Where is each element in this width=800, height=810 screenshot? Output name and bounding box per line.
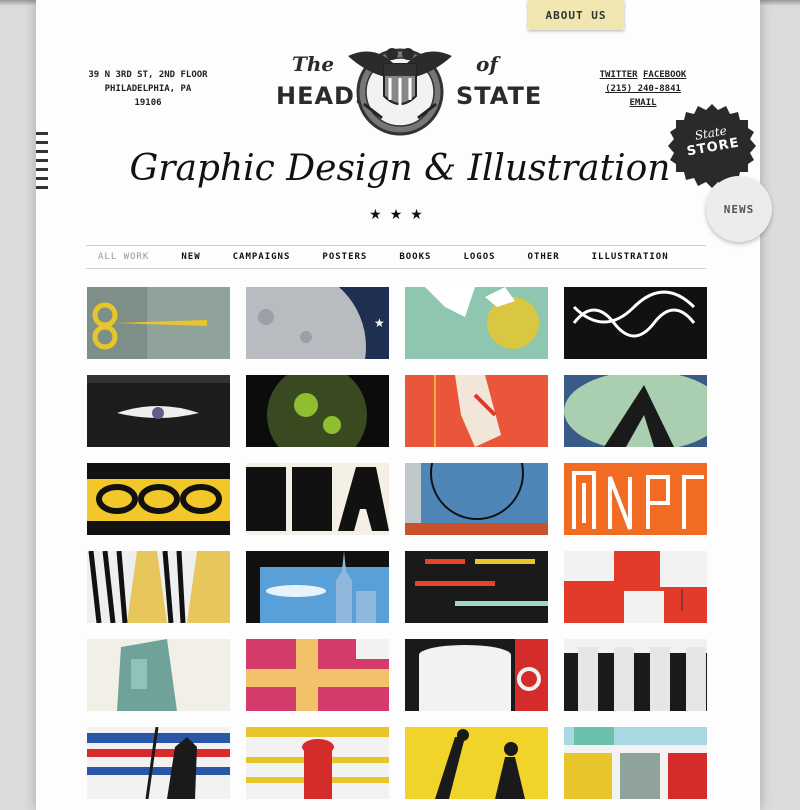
moon-icon: ★ <box>246 287 389 359</box>
eye-icon <box>87 375 230 447</box>
portfolio-tile-orange-letters[interactable] <box>564 463 707 535</box>
portfolio-tile-hydrant[interactable] <box>246 727 389 799</box>
phone-link[interactable]: (215) 240-8841 <box>605 84 681 94</box>
portfolio-tile-chain[interactable] <box>87 463 230 535</box>
portfolio-tile-zebra[interactable] <box>87 551 230 623</box>
portfolio-tile-walking-figures[interactable] <box>405 727 548 799</box>
portfolio-tile-pink-tape[interactable] <box>246 639 389 711</box>
portfolio-tile-moon-night[interactable]: ★ <box>246 287 389 359</box>
portfolio-tile-umbrella-figure[interactable] <box>87 727 230 799</box>
portfolio-tile-color-blocks[interactable] <box>564 727 707 799</box>
portfolio-tile-leaf[interactable] <box>564 375 707 447</box>
nav-item-new[interactable]: NEW <box>181 252 200 262</box>
address-line-2: PHILADELPHIA, PA <box>104 84 192 94</box>
nav-item-posters[interactable]: POSTERS <box>322 252 367 262</box>
portfolio-tile-green-hand[interactable] <box>87 639 230 711</box>
portfolio-tile-bra-letters[interactable] <box>246 463 389 535</box>
nav-item-books[interactable]: BOOKS <box>399 252 431 262</box>
portfolio-tile-green-moon[interactable] <box>246 375 389 447</box>
portfolio-tile-stripes[interactable] <box>405 551 548 623</box>
category-nav: ALL WORK NEW CAMPAIGNS POSTERS BOOKS LOG… <box>86 245 706 269</box>
stars-divider: ★★★ <box>369 206 431 222</box>
portfolio-tile-eye[interactable] <box>87 375 230 447</box>
twitter-link[interactable]: TWITTER <box>600 70 638 80</box>
nav-item-illustration[interactable]: ILLUSTRATION <box>592 252 669 262</box>
logo-word-the: The <box>292 52 335 76</box>
address-line-3: 19106 <box>134 98 162 108</box>
address-line-1: 39 N 3RD ST, 2ND FLOOR <box>88 70 208 80</box>
email-link[interactable]: EMAIL <box>629 98 656 108</box>
ornament-icon <box>564 287 707 359</box>
portfolio-tile-blue-circle[interactable] <box>405 463 548 535</box>
facebook-link[interactable]: FACEBOOK <box>643 70 686 80</box>
bra-letters-icon <box>246 463 389 535</box>
logo-word-of: of <box>476 52 498 76</box>
nav-item-all-work[interactable]: ALL WORK <box>98 252 149 262</box>
hand-icon <box>87 639 230 711</box>
logo-word-state: STATE <box>456 82 543 110</box>
portfolio-tile-columns[interactable] <box>564 639 707 711</box>
columns-icon <box>564 639 707 711</box>
portfolio-tile-black-pattern[interactable] <box>564 287 707 359</box>
tape-icon <box>246 639 389 711</box>
coffee-cup-icon <box>405 639 548 711</box>
planet-icon <box>246 375 389 447</box>
circle-icon <box>405 463 548 535</box>
portfolio-tile-dove-sun[interactable] <box>405 287 548 359</box>
nav-item-campaigns[interactable]: CAMPAIGNS <box>233 252 291 262</box>
figure-icon <box>87 727 230 799</box>
nav-item-other[interactable]: OTHER <box>528 252 560 262</box>
portfolio-tile-scissors[interactable] <box>87 287 230 359</box>
nav-item-logos[interactable]: LOGOS <box>463 252 495 262</box>
sneaker-icon <box>405 375 548 447</box>
portfolio-tile-city-skyline[interactable] <box>246 551 389 623</box>
stripes-icon <box>405 551 548 623</box>
chain-icon <box>87 463 230 535</box>
letters-icon <box>564 463 707 535</box>
walking-figures-icon <box>405 727 548 799</box>
skyline-icon <box>246 551 389 623</box>
zebra-icon <box>87 551 230 623</box>
hydrant-icon <box>246 727 389 799</box>
address-block: 39 N 3RD ST, 2ND FLOOR PHILADELPHIA, PA … <box>88 68 208 110</box>
blocks-icon <box>564 551 707 623</box>
portfolio-tile-coffee-cup[interactable] <box>405 639 548 711</box>
eagle-seal-icon[interactable] <box>344 34 456 138</box>
portfolio-tile-sneaker[interactable] <box>405 375 548 447</box>
svg-text:★: ★ <box>374 316 385 330</box>
news-badge[interactable]: NEWS <box>706 176 772 242</box>
scissors-icon <box>87 287 230 359</box>
dove-icon <box>405 287 548 359</box>
leaf-icon <box>564 375 707 447</box>
portfolio-grid: ★ <box>87 287 707 799</box>
color-blocks-icon <box>564 727 707 799</box>
portfolio-tile-red-white-blocks[interactable] <box>564 551 707 623</box>
about-us-tab[interactable]: ABOUT US <box>528 0 624 30</box>
